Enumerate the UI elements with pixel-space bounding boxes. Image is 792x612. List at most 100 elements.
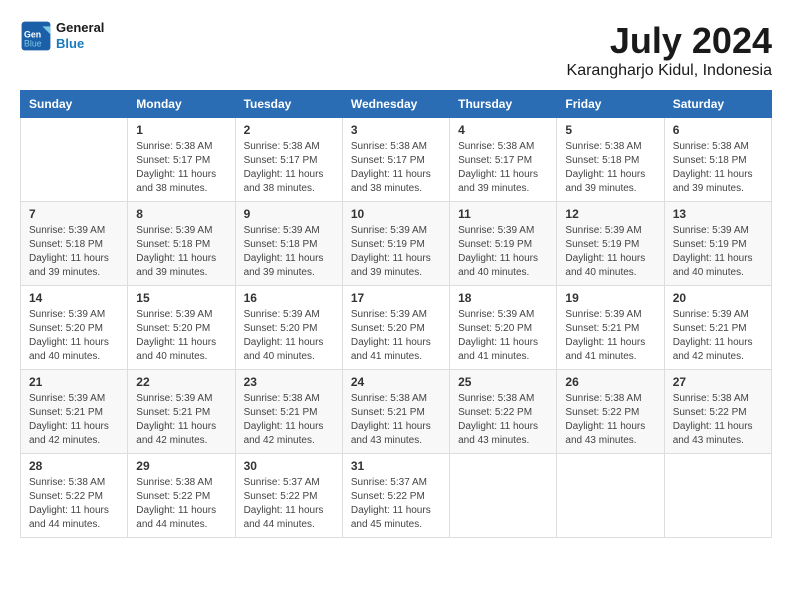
cell-detail: Sunrise: 5:38 AMSunset: 5:21 PMDaylight:… [244, 392, 334, 448]
day-number: 20 [673, 291, 763, 305]
calendar-cell: 12 Sunrise: 5:39 AMSunset: 5:19 PMDayligh… [557, 202, 664, 286]
day-number: 15 [136, 291, 226, 305]
day-number: 8 [136, 207, 226, 221]
calendar-cell: 10 Sunrise: 5:39 AMSunset: 5:19 PMDayligh… [342, 202, 449, 286]
cell-detail: Sunrise: 5:39 AMSunset: 5:19 PMDaylight:… [673, 224, 763, 280]
calendar-cell: 17 Sunrise: 5:39 AMSunset: 5:20 PMDayligh… [342, 286, 449, 370]
cell-detail: Sunrise: 5:38 AMSunset: 5:22 PMDaylight:… [136, 476, 226, 532]
cell-detail: Sunrise: 5:39 AMSunset: 5:20 PMDaylight:… [351, 308, 441, 364]
calendar-cell: 15 Sunrise: 5:39 AMSunset: 5:20 PMDayligh… [128, 286, 235, 370]
calendar-cell: 19 Sunrise: 5:39 AMSunset: 5:21 PMDayligh… [557, 286, 664, 370]
cell-detail: Sunrise: 5:39 AMSunset: 5:21 PMDaylight:… [565, 308, 655, 364]
calendar-cell: 26 Sunrise: 5:38 AMSunset: 5:22 PMDayligh… [557, 370, 664, 454]
calendar-cell [664, 454, 771, 538]
day-number: 17 [351, 291, 441, 305]
calendar-cell: 13 Sunrise: 5:39 AMSunset: 5:19 PMDayligh… [664, 202, 771, 286]
cell-detail: Sunrise: 5:38 AMSunset: 5:22 PMDaylight:… [565, 392, 655, 448]
cell-detail: Sunrise: 5:39 AMSunset: 5:21 PMDaylight:… [136, 392, 226, 448]
calendar-cell: 1Sunrise: 5:38 AMSunset: 5:17 PMDaylight… [128, 118, 235, 202]
day-number: 10 [351, 207, 441, 221]
calendar-cell: 23 Sunrise: 5:38 AMSunset: 5:21 PMDayligh… [235, 370, 342, 454]
page-subtitle: Karangharjo Kidul, Indonesia [567, 62, 772, 80]
calendar-cell: 21Sunrise: 5:39 AMSunset: 5:21 PMDayligh… [21, 370, 128, 454]
header-thursday: Thursday [450, 91, 557, 118]
calendar-week-2: 7 Sunrise: 5:39 AMSunset: 5:18 PMDaylight… [21, 202, 772, 286]
day-number: 5 [565, 123, 655, 137]
calendar-header-row: SundayMondayTuesdayWednesdayThursdayFrid… [21, 91, 772, 118]
calendar-cell: 6Sunrise: 5:38 AMSunset: 5:18 PMDaylight… [664, 118, 771, 202]
cell-detail: Sunrise: 5:39 AMSunset: 5:19 PMDaylight:… [458, 224, 548, 280]
day-number: 29 [136, 459, 226, 473]
cell-detail: Sunrise: 5:38 AMSunset: 5:17 PMDaylight:… [458, 140, 548, 196]
cell-detail: Sunrise: 5:39 AMSunset: 5:20 PMDaylight:… [458, 308, 548, 364]
day-number: 19 [565, 291, 655, 305]
cell-detail: Sunrise: 5:39 AMSunset: 5:18 PMDaylight:… [244, 224, 334, 280]
cell-detail: Sunrise: 5:39 AMSunset: 5:20 PMDaylight:… [136, 308, 226, 364]
cell-detail: Sunrise: 5:38 AMSunset: 5:17 PMDaylight:… [351, 140, 441, 196]
day-number: 14 [29, 291, 119, 305]
header-wednesday: Wednesday [342, 91, 449, 118]
svg-text:Blue: Blue [24, 38, 42, 48]
calendar-cell: 9 Sunrise: 5:39 AMSunset: 5:18 PMDaylight… [235, 202, 342, 286]
calendar-cell: 18 Sunrise: 5:39 AMSunset: 5:20 PMDayligh… [450, 286, 557, 370]
header-sunday: Sunday [21, 91, 128, 118]
day-number: 13 [673, 207, 763, 221]
cell-detail: Sunrise: 5:39 AMSunset: 5:19 PMDaylight:… [351, 224, 441, 280]
day-number: 27 [673, 375, 763, 389]
page-title: July 2024 [567, 20, 772, 62]
day-number: 9 [244, 207, 334, 221]
cell-detail: Sunrise: 5:39 AMSunset: 5:18 PMDaylight:… [136, 224, 226, 280]
calendar-cell: 30Sunrise: 5:37 AMSunset: 5:22 PMDayligh… [235, 454, 342, 538]
cell-detail: Sunrise: 5:38 AMSunset: 5:18 PMDaylight:… [673, 140, 763, 196]
calendar-cell [450, 454, 557, 538]
header-tuesday: Tuesday [235, 91, 342, 118]
day-number: 11 [458, 207, 548, 221]
day-number: 1 [136, 123, 226, 137]
cell-detail: Sunrise: 5:38 AMSunset: 5:22 PMDaylight:… [673, 392, 763, 448]
day-number: 26 [565, 375, 655, 389]
day-number: 7 [29, 207, 119, 221]
logo-text: General Blue [56, 20, 104, 51]
day-number: 28 [29, 459, 119, 473]
calendar-cell: 20 Sunrise: 5:39 AMSunset: 5:21 PMDayligh… [664, 286, 771, 370]
day-number: 12 [565, 207, 655, 221]
calendar-week-3: 14 Sunrise: 5:39 AMSunset: 5:20 PMDayligh… [21, 286, 772, 370]
cell-detail: Sunrise: 5:37 AMSunset: 5:22 PMDaylight:… [351, 476, 441, 532]
calendar-cell: 27 Sunrise: 5:38 AMSunset: 5:22 PMDayligh… [664, 370, 771, 454]
calendar-cell [21, 118, 128, 202]
day-number: 2 [244, 123, 334, 137]
day-number: 18 [458, 291, 548, 305]
calendar-table: SundayMondayTuesdayWednesdayThursdayFrid… [20, 90, 772, 538]
calendar-cell: 11 Sunrise: 5:39 AMSunset: 5:19 PMDayligh… [450, 202, 557, 286]
cell-detail: Sunrise: 5:38 AMSunset: 5:21 PMDaylight:… [351, 392, 441, 448]
cell-detail: Sunrise: 5:39 AMSunset: 5:21 PMDaylight:… [673, 308, 763, 364]
logo-line2: Blue [56, 36, 104, 52]
logo-line1: General [56, 20, 104, 36]
day-number: 24 [351, 375, 441, 389]
calendar-cell [557, 454, 664, 538]
cell-detail: Sunrise: 5:38 AMSunset: 5:22 PMDaylight:… [29, 476, 119, 532]
calendar-cell: 28 Sunrise: 5:38 AMSunset: 5:22 PMDayligh… [21, 454, 128, 538]
day-number: 25 [458, 375, 548, 389]
calendar-week-5: 28 Sunrise: 5:38 AMSunset: 5:22 PMDayligh… [21, 454, 772, 538]
header-saturday: Saturday [664, 91, 771, 118]
calendar-week-1: 1 Sunrise: 5:38 AMSunset: 5:17 PMDaylight… [21, 118, 772, 202]
cell-detail: Sunrise: 5:39 AMSunset: 5:18 PMDaylight:… [29, 224, 119, 280]
cell-detail: Sunrise: 5:39 AMSunset: 5:20 PMDaylight:… [29, 308, 119, 364]
day-number: 23 [244, 375, 334, 389]
calendar-cell: 14 Sunrise: 5:39 AMSunset: 5:20 PMDayligh… [21, 286, 128, 370]
day-number: 21 [29, 375, 119, 389]
calendar-cell: 5 Sunrise: 5:38 AMSunset: 5:18 PMDaylight… [557, 118, 664, 202]
calendar-cell: 24 Sunrise: 5:38 AMSunset: 5:21 PMDayligh… [342, 370, 449, 454]
page-header: Gen Blue General Blue July 2024 Karangha… [20, 20, 772, 80]
cell-detail: Sunrise: 5:37 AMSunset: 5:22 PMDaylight:… [244, 476, 334, 532]
calendar-week-4: 21 Sunrise: 5:39 AMSunset: 5:21 PMDayligh… [21, 370, 772, 454]
cell-detail: Sunrise: 5:39 AMSunset: 5:19 PMDaylight:… [565, 224, 655, 280]
cell-detail: Sunrise: 5:38 AMSunset: 5:17 PMDaylight:… [244, 140, 334, 196]
calendar-cell: 31 Sunrise: 5:37 AMSunset: 5:22 PMDayligh… [342, 454, 449, 538]
calendar-cell: 16Sunrise: 5:39 AMSunset: 5:20 PMDayligh… [235, 286, 342, 370]
calendar-cell: 29 Sunrise: 5:38 AMSunset: 5:22 PMDayligh… [128, 454, 235, 538]
day-number: 31 [351, 459, 441, 473]
cell-detail: Sunrise: 5:38 AMSunset: 5:18 PMDaylight:… [565, 140, 655, 196]
day-number: 4 [458, 123, 548, 137]
